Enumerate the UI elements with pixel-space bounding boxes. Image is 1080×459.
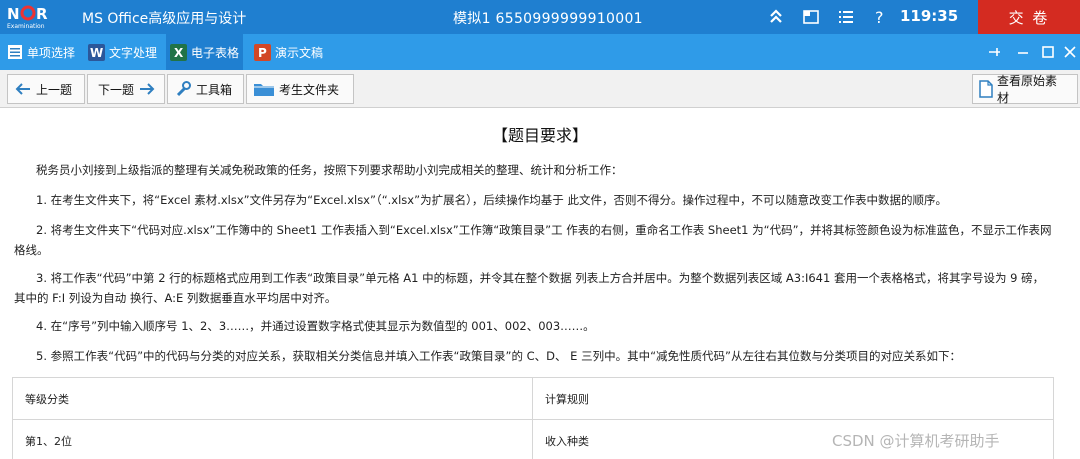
powerpoint-icon: P (254, 43, 271, 61)
document-icon (979, 80, 993, 98)
minimize-icon[interactable] (1015, 44, 1031, 60)
list-icon (6, 43, 23, 61)
requirement-5: 5. 参照工作表“代码”中的代码与分类的对应关系，获取相关分类信息并填入工作表“… (36, 349, 961, 363)
requirement-4: 4. 在“序号”列中输入顺序号 1、2、3……，并通过设置数字格式使其显示为数值… (36, 319, 595, 333)
requirement-3: 3. 将工作表“代码”中第 2 行的标题格式应用到工作表“政策目录”单元格 A1… (14, 271, 1045, 305)
prev-question-button[interactable]: 上一题 (7, 74, 85, 104)
maximize-icon[interactable] (1040, 44, 1056, 60)
help-icon[interactable]: ? (870, 7, 890, 27)
excel-icon: X (170, 43, 187, 61)
question-heading: 【题目要求】 (491, 126, 588, 145)
svg-text:W: W (90, 46, 103, 60)
word-icon: W (88, 43, 105, 61)
close-icon[interactable] (1062, 44, 1078, 60)
tab-presentation[interactable]: P 演示文稿 (250, 34, 327, 70)
timer: 119:35 (900, 7, 959, 25)
tab-word-processing[interactable]: W 文字处理 (84, 34, 161, 70)
next-question-label: 下一题 (98, 82, 135, 97)
svg-text:R: R (36, 5, 48, 23)
wrench-icon (176, 81, 191, 97)
arrow-right-icon (140, 83, 155, 95)
collapse-chevrons-icon[interactable] (766, 7, 786, 27)
student-folder-label: 考生文件夹 (279, 82, 340, 97)
table-header-cell: 计算规则 (545, 393, 589, 406)
title-bar: N R Examination MS Office高级应用与设计 模拟1 655… (0, 0, 1080, 34)
submit-button[interactable]: 交 卷 (978, 0, 1080, 34)
requirement-2: 2. 将考生文件夹下“代码对应.xlsx”工作簿中的 Sheet1 工作表插入到… (14, 223, 1052, 257)
watermark: CSDN @计算机考研助手 (832, 432, 1000, 450)
window-icon[interactable] (801, 7, 821, 27)
student-folder-button[interactable]: 考生文件夹 (246, 74, 354, 104)
view-source-material-label: 查看原始素材 (997, 74, 1058, 105)
exam-info: 模拟1 6550999999910001 (453, 11, 643, 27)
tab-label: 演示文稿 (275, 45, 324, 60)
toolbox-label: 工具箱 (196, 82, 233, 97)
table-header-row: 等级分类 计算规则 (13, 378, 1053, 420)
pin-icon[interactable] (986, 44, 1002, 60)
app-title: MS Office高级应用与设计 (82, 11, 247, 27)
table-cell: 第1、2位 (13, 420, 533, 459)
table-header-cell: 等级分类 (13, 378, 533, 420)
tab-single-choice[interactable]: 单项选择 (2, 34, 79, 70)
intro-paragraph: 税务员小刘接到上级指派的整理有关减免税政策的任务，按照下列要求帮助小刘完成相关的… (36, 163, 623, 177)
view-source-material-button[interactable]: 查看原始素材 (972, 74, 1078, 105)
svg-text:X: X (174, 46, 184, 60)
list-icon[interactable] (836, 7, 856, 27)
svg-text:Examination: Examination (7, 23, 45, 30)
tab-label: 文字处理 (109, 45, 158, 60)
tab-bar: 单项选择 W 文字处理 X 电子表格 P 演示文稿 (0, 34, 1080, 70)
ncr-logo: N R Examination (4, 3, 60, 31)
svg-text:P: P (258, 46, 267, 60)
tab-label: 单项选择 (27, 45, 76, 60)
prev-question-label: 上一题 (36, 82, 73, 97)
question-content: 【题目要求】 税务员小刘接到上级指派的整理有关减免税政策的任务，按照下列要求帮助… (0, 108, 1080, 459)
tab-spreadsheet[interactable]: X 电子表格 (166, 34, 244, 70)
requirement-1: 1. 在考生文件夹下，将“Excel 素材.xlsx”文件另存为“Excel.x… (36, 193, 947, 207)
folder-icon (254, 84, 274, 96)
next-question-button[interactable]: 下一题 (87, 74, 165, 104)
arrow-left-icon (15, 83, 30, 95)
svg-text:N: N (7, 5, 20, 23)
toolbar: 上一题 下一题 工具箱 考生文件夹 查看原始素材 (0, 70, 1080, 108)
toolbox-button[interactable]: 工具箱 (167, 74, 244, 104)
tab-label: 电子表格 (191, 45, 240, 60)
svg-text:?: ? (875, 8, 884, 27)
